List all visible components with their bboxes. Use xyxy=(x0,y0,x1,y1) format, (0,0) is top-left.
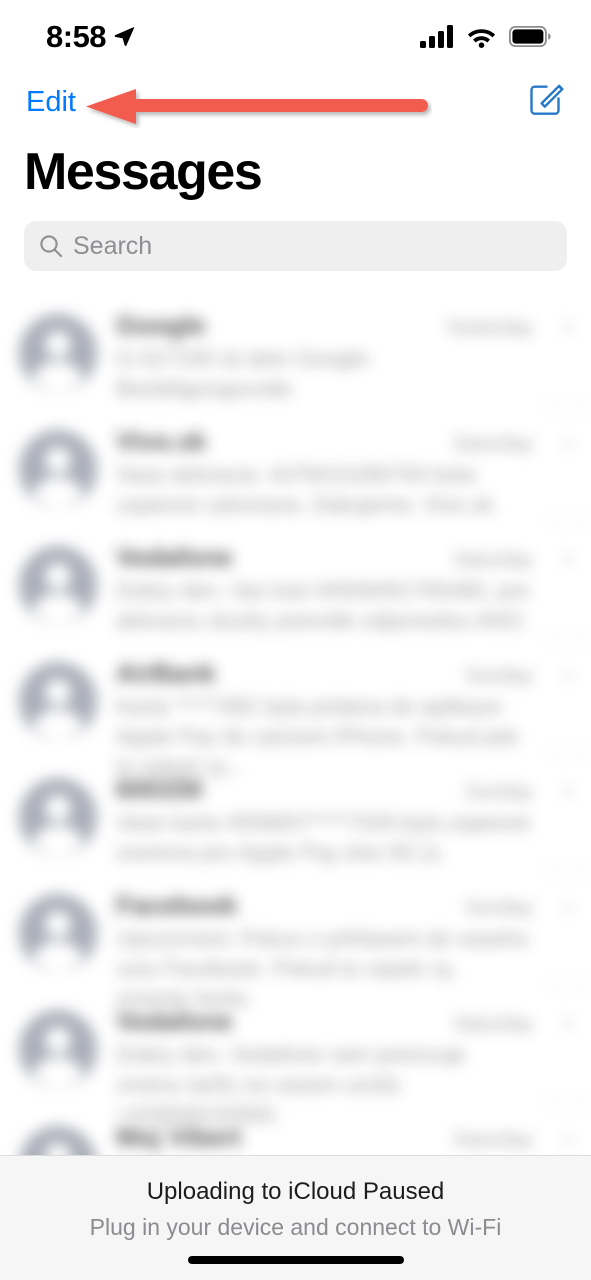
conversation-sender: Facebook xyxy=(116,890,238,920)
conversation-row[interactable]: Vodafone Saturday Dobry den, Vodafone vam … xyxy=(0,986,591,1127)
conversation-timestamp: Sunday xyxy=(465,665,533,687)
avatar-placeholder-icon xyxy=(19,430,97,508)
chevron-right-icon[interactable]: › xyxy=(564,660,573,688)
conversation-body: Vivo.sk Saturday Vasa aktivacia: 437841528… xyxy=(116,426,591,520)
conversation-preview: Dobry den, Vas kod 44509491705480, pre a… xyxy=(116,578,530,633)
battery-full-icon xyxy=(509,25,551,47)
chevron-right-icon[interactable]: › xyxy=(564,1008,573,1036)
conversation-header: Moj Vibert Saturday xyxy=(116,1122,533,1153)
conversation-row[interactable]: Vivo.sk Saturday Vasa aktivacia: 437841528… xyxy=(0,406,591,522)
conversation-body: 600330 Sunday Vase karta 4558657****7328 b… xyxy=(116,774,591,868)
conversation-header: AirBank Sunday xyxy=(116,658,533,689)
conversation-row[interactable]: Google Yesterday G-527330 ist dein Google-… xyxy=(0,290,591,406)
conversation-header: 600330 Sunday xyxy=(116,774,533,805)
conversation-body: Vodafone Saturday Dobry den, Vas kod 44509… xyxy=(116,542,591,636)
chevron-right-icon[interactable]: › xyxy=(564,312,573,340)
avatar-placeholder-icon xyxy=(19,546,97,624)
status-bar-left: 8:58 xyxy=(46,21,135,52)
chevron-right-icon[interactable]: › xyxy=(564,428,573,456)
avatar xyxy=(0,426,116,508)
messages-app-screen: 8:58 Edit Messages Search Google Yesterd… xyxy=(0,0,591,1280)
conversation-header: Google Yesterday xyxy=(116,310,533,341)
avatar xyxy=(0,542,116,624)
search-bar[interactable]: Search xyxy=(24,221,567,271)
conversation-row[interactable]: AirBank Sunday Karta ****7382 byla pridana… xyxy=(0,638,591,779)
conversation-preview: Vase karta 4558657****7328 byla uspesne … xyxy=(116,810,531,865)
conversation-body: Google Yesterday G-527330 ist dein Google-… xyxy=(116,310,591,404)
conversation-sender: 600330 xyxy=(116,774,203,804)
compose-icon xyxy=(530,84,564,115)
page-title: Messages xyxy=(24,143,263,201)
avatar-placeholder-icon xyxy=(19,314,97,392)
cellular-signal-icon xyxy=(420,24,453,48)
conversation-preview: G-527330 ist dein Google-Bestätigungscod… xyxy=(116,346,375,401)
avatar-placeholder-icon xyxy=(19,662,97,740)
conversation-body: Moj Vibert Saturday xyxy=(116,1122,591,1156)
avatar xyxy=(0,890,116,972)
icloud-status-banner: Uploading to iCloud Paused Plug in your … xyxy=(0,1155,591,1280)
edit-button[interactable]: Edit xyxy=(22,86,80,119)
conversation-row[interactable]: 600330 Sunday Vase karta 4558657****7328 b… xyxy=(0,754,591,870)
compose-button[interactable] xyxy=(525,78,567,120)
conversation-timestamp: Sunday xyxy=(465,897,533,919)
conversation-timestamp: Saturday xyxy=(452,1129,533,1151)
conversation-header: Vodafone Saturday xyxy=(116,542,533,573)
conversation-list-blurred[interactable]: Google Yesterday G-527330 ist dein Google-… xyxy=(0,290,591,1160)
conversation-sender: Vivo.sk xyxy=(116,426,207,456)
conversation-sender: Vodafone xyxy=(116,1006,233,1036)
search-icon xyxy=(40,235,63,258)
conversation-timestamp: Sunday xyxy=(465,781,533,803)
avatar xyxy=(0,774,116,856)
conversation-sender: Google xyxy=(116,310,206,340)
conversation-sender: Moj Vibert xyxy=(116,1122,242,1152)
wifi-icon xyxy=(467,28,496,48)
conversation-list[interactable]: Google Yesterday G-527330 ist dein Google-… xyxy=(0,290,591,1160)
search-input[interactable]: Search xyxy=(73,233,152,259)
conversation-header: Vivo.sk Saturday xyxy=(116,426,533,457)
banner-subtitle: Plug in your device and connect to Wi-Fi xyxy=(89,1214,502,1241)
avatar-placeholder-icon xyxy=(19,778,97,856)
avatar-placeholder-icon xyxy=(19,1010,97,1088)
chevron-right-icon[interactable]: › xyxy=(564,776,573,804)
conversation-row[interactable]: Facebook Sunday Upozorneni: Pokus o prihla… xyxy=(0,870,591,1011)
chevron-right-icon[interactable]: › xyxy=(564,544,573,572)
chevron-right-icon[interactable]: › xyxy=(564,1124,573,1152)
status-bar-right xyxy=(420,24,551,48)
status-bar-clock: 8:58 xyxy=(46,18,107,54)
conversation-timestamp: Saturday xyxy=(452,433,533,455)
navigation-bar: Edit xyxy=(0,72,591,138)
conversation-row[interactable]: Moj Vibert Saturday › xyxy=(0,1102,591,1160)
conversation-header: Vodafone Saturday xyxy=(116,1006,533,1037)
home-indicator[interactable] xyxy=(187,1256,404,1264)
avatar-placeholder-icon xyxy=(19,894,97,972)
location-arrow-icon xyxy=(114,27,135,46)
conversation-timestamp: Yesterday xyxy=(444,317,533,339)
status-bar: 8:58 xyxy=(0,0,591,72)
avatar xyxy=(0,310,116,392)
conversation-timestamp: Saturday xyxy=(452,549,533,571)
conversation-preview: Vasa aktivacia: 4378415280793 bola uspes… xyxy=(116,462,494,517)
avatar xyxy=(0,1006,116,1088)
conversation-header: Facebook Sunday xyxy=(116,890,533,921)
conversation-sender: Vodafone xyxy=(116,542,233,572)
conversation-timestamp: Saturday xyxy=(452,1013,533,1035)
banner-title: Uploading to iCloud Paused xyxy=(146,1178,445,1205)
conversation-row[interactable]: Vodafone Saturday Dobry den, Vas kod 44509… xyxy=(0,522,591,638)
avatar xyxy=(0,658,116,740)
chevron-right-icon[interactable]: › xyxy=(564,892,573,920)
conversation-sender: AirBank xyxy=(116,658,216,688)
